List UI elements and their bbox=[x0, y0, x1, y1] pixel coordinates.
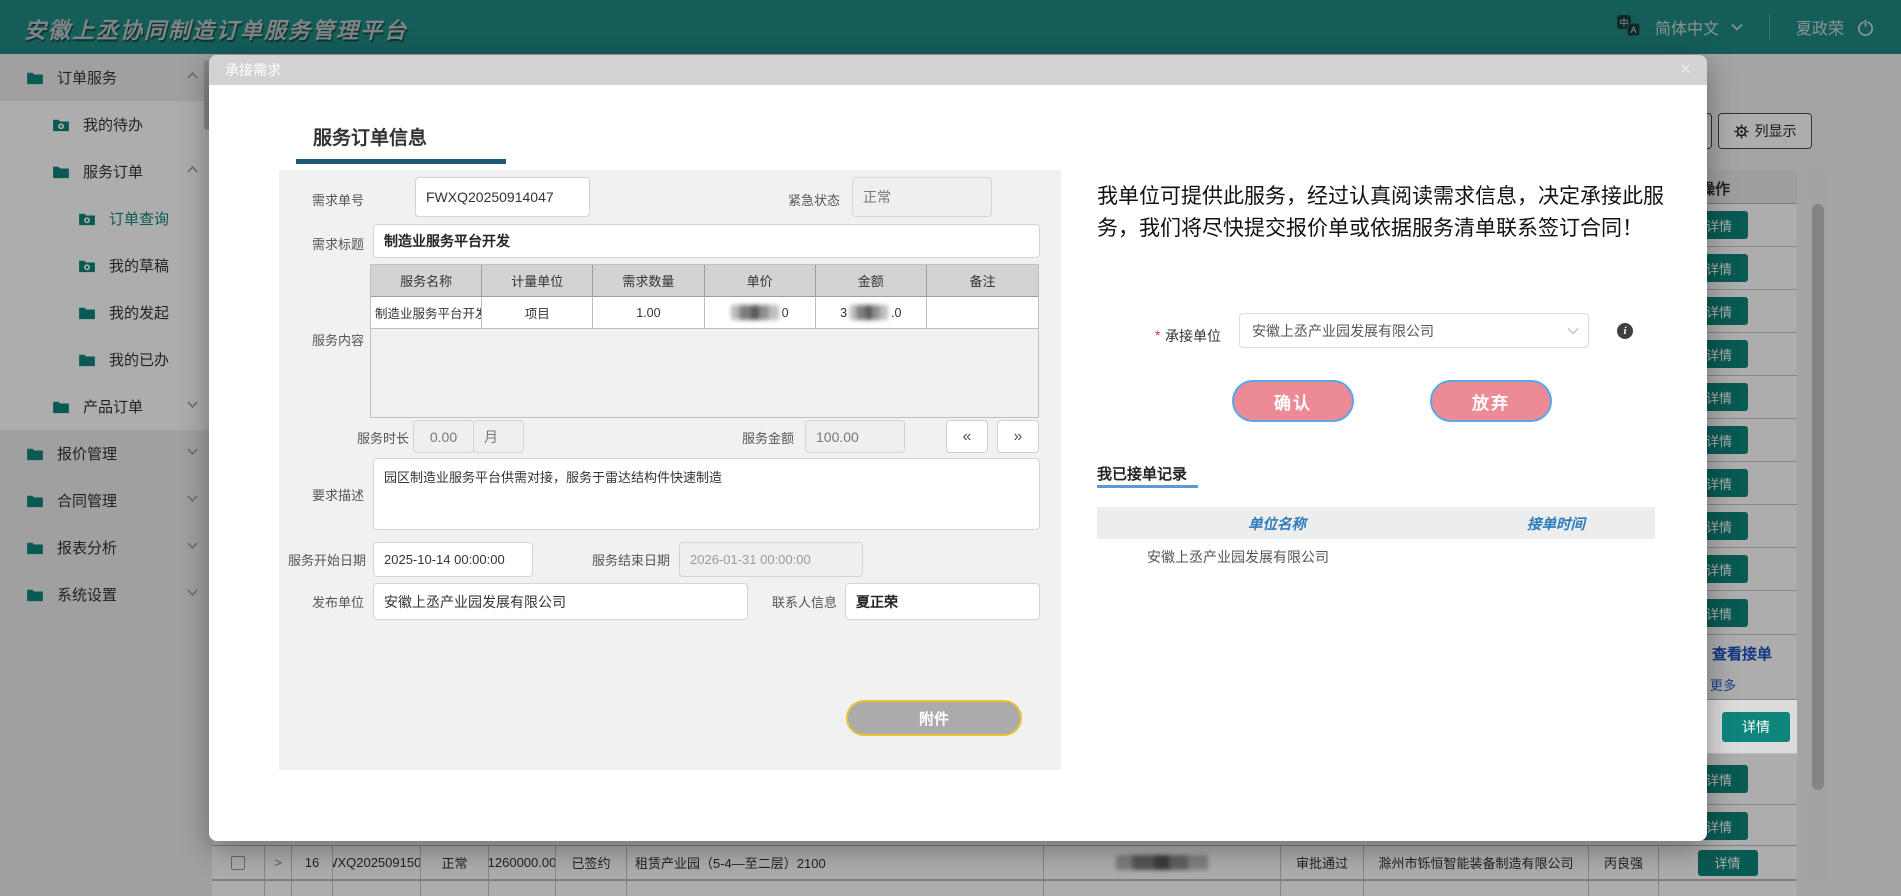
detail-button[interactable]: 详情 bbox=[1722, 712, 1790, 742]
request-no-label: 需求单号 bbox=[279, 190, 364, 209]
col-header: 金额 bbox=[816, 265, 927, 297]
prev-page-button[interactable]: « bbox=[946, 420, 988, 453]
duration-label: 服务时长 bbox=[324, 428, 409, 447]
confirm-button[interactable]: 确认 bbox=[1232, 380, 1354, 422]
accept-unit-label: 承接单位 bbox=[1165, 326, 1221, 346]
modal-header: 承接需求 × bbox=[209, 55, 1707, 85]
accept-request-modal: 承接需求 × 服务订单信息 需求单号 FWXQ20250914047 紧急状态 … bbox=[209, 55, 1707, 841]
abandon-button[interactable]: 放弃 bbox=[1430, 380, 1552, 422]
info-icon[interactable]: i bbox=[1617, 323, 1633, 339]
modal-title: 承接需求 bbox=[225, 60, 281, 80]
col-header: 需求数量 bbox=[593, 265, 704, 297]
service-content-label: 服务内容 bbox=[279, 330, 364, 349]
item-remark bbox=[927, 297, 1038, 329]
next-page-button[interactable]: » bbox=[997, 420, 1039, 453]
accept-unit-select[interactable]: 安徽上丞产业园发展有限公司 bbox=[1239, 313, 1589, 348]
end-date-input[interactable]: 2026-01-31 00:00:00 bbox=[679, 542, 863, 577]
urgency-input[interactable]: 正常 bbox=[852, 177, 992, 217]
col-header: 服务名称 bbox=[371, 265, 482, 297]
close-icon[interactable]: × bbox=[1680, 58, 1691, 82]
service-amount-input[interactable]: 100.00 bbox=[805, 420, 905, 453]
attachment-button[interactable]: 附件 bbox=[846, 700, 1022, 736]
items-table-header: 服务名称 计量单位 需求数量 单价 金额 备注 bbox=[371, 265, 1038, 297]
item-unit: 项目 bbox=[482, 297, 593, 329]
request-title-input[interactable]: 制造业服务平台开发 bbox=[373, 224, 1040, 258]
service-amount-label: 服务金额 bbox=[709, 428, 794, 447]
request-title-label: 需求标题 bbox=[279, 234, 364, 253]
required-marker: * bbox=[1155, 327, 1160, 343]
start-date-label: 服务开始日期 bbox=[279, 550, 366, 569]
item-name: 制造业服务平台开发 bbox=[371, 297, 482, 329]
col-header-company: 单位名称 bbox=[1097, 507, 1457, 539]
duration-input[interactable]: 0.00 bbox=[413, 420, 474, 453]
request-no-input[interactable]: FWXQ20250914047 bbox=[415, 177, 590, 217]
contact-input[interactable]: 夏正荣 bbox=[845, 583, 1040, 620]
accepted-records-underline bbox=[1097, 485, 1198, 488]
service-order-form: 需求单号 FWXQ20250914047 紧急状态 正常 需求标题 制造业服务平… bbox=[279, 170, 1061, 770]
accepted-record-company: 安徽上丞产业园发展有限公司 bbox=[1147, 547, 1329, 567]
accepted-records-title: 我已接单记录 bbox=[1097, 463, 1187, 484]
chevron-down-icon bbox=[1567, 327, 1579, 335]
accepted-records-header: 单位名称 接单时间 bbox=[1097, 507, 1655, 539]
urgency-label: 紧急状态 bbox=[755, 190, 840, 209]
service-items-table: 服务名称 计量单位 需求数量 单价 金额 备注 制造业服务平台开发 项目 1.0… bbox=[370, 264, 1039, 418]
description-textarea[interactable]: 园区制造业服务平台供需对接，服务于雷达结构件快速制造 bbox=[373, 458, 1040, 530]
masked-value bbox=[731, 305, 779, 320]
publisher-label: 发布单位 bbox=[279, 592, 364, 611]
item-qty: 1.00 bbox=[593, 297, 704, 329]
item-amount: 3.0 bbox=[816, 297, 927, 329]
duration-unit: 月 bbox=[473, 420, 524, 453]
section-title: 服务订单信息 bbox=[296, 123, 506, 164]
start-date-input[interactable]: 2025-10-14 00:00:00 bbox=[373, 542, 533, 577]
col-header-time: 接单时间 bbox=[1457, 507, 1655, 539]
items-table-row: 制造业服务平台开发 项目 1.00 0 3.0 bbox=[371, 297, 1038, 329]
description-label: 要求描述 bbox=[279, 485, 364, 504]
item-price: 0 bbox=[705, 297, 816, 329]
publisher-input[interactable]: 安徽上丞产业园发展有限公司 bbox=[373, 583, 748, 620]
contact-label: 联系人信息 bbox=[752, 592, 837, 611]
col-header: 备注 bbox=[927, 265, 1038, 297]
end-date-label: 服务结束日期 bbox=[583, 550, 670, 569]
col-header: 单价 bbox=[705, 265, 816, 297]
masked-value bbox=[850, 305, 888, 320]
col-header: 计量单位 bbox=[482, 265, 593, 297]
accept-notice-text: 我单位可提供此服务，经过认真阅读需求信息，决定承接此服务，我们将尽快提交报价单或… bbox=[1097, 181, 1672, 244]
